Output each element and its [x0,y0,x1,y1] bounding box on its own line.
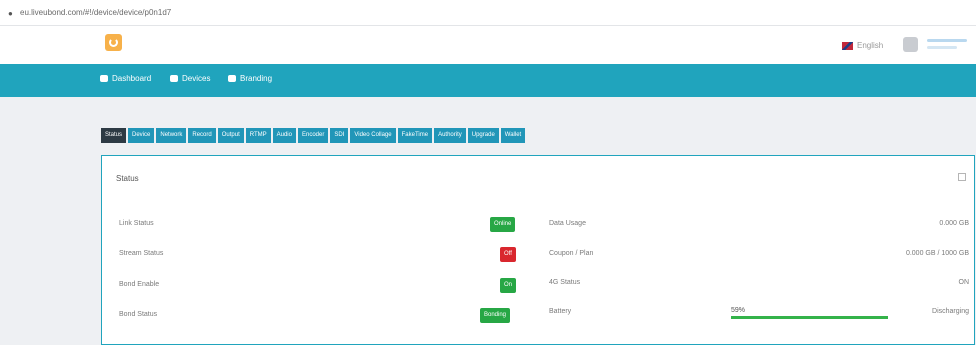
branding-icon [228,75,236,82]
dashboard-icon [100,75,108,82]
nav-branding-label: Branding [240,74,273,83]
tab-record[interactable]: Record [188,128,216,143]
nav-dashboard[interactable]: Dashboard [100,74,151,83]
collapse-icon[interactable] [958,173,966,181]
tab-encoder[interactable]: Encoder [297,128,329,143]
tab-network[interactable]: Network [156,128,187,143]
data-usage-value: 0.000 GB [939,220,969,227]
link-status-row: Link Status Online [102,217,522,233]
stream-status-badge: Off [500,247,516,262]
tab-upgrade[interactable]: Upgrade [467,128,499,143]
nav-devices[interactable]: Devices [170,74,210,83]
bond-status-badge: Bonding [480,308,511,323]
device-tabs: Status Device Network Record Output RTMP… [101,128,526,143]
battery-label: Battery [549,308,572,315]
tab-audio[interactable]: Audio [272,128,296,143]
status-panel: Status Link Status Online Stream Status … [101,155,975,345]
battery-status: Discharging [932,308,969,315]
browser-address-bar[interactable]: ● eu.liveubond.com/#!/device/device/p0n1… [0,0,976,26]
bond-status-row: Bond Status Bonding [102,308,522,324]
battery-percent: 59% [731,307,746,314]
bond-status-label: Bond Status [119,311,158,318]
nav-branding[interactable]: Branding [228,74,272,83]
tab-authority[interactable]: Authority [434,128,466,143]
4g-status-row: 4G Status ON [549,276,969,292]
link-status-badge: Online [490,217,516,232]
coupon-plan-label: Coupon / Plan [549,250,594,257]
tab-video-collage[interactable]: Video Collage [350,128,396,143]
data-usage-label: Data Usage [549,220,586,227]
panel-title: Status [116,174,139,183]
bond-enable-badge: On [500,278,517,293]
language-label: English [857,41,884,50]
stream-status-label: Stream Status [119,250,164,257]
data-usage-row: Data Usage 0.000 GB [549,217,969,233]
link-status-label: Link Status [119,220,154,227]
stream-status-row: Stream Status Off [102,247,522,263]
language-selector[interactable]: English [842,41,883,50]
logo-icon[interactable] [105,34,122,51]
coupon-plan-row: Coupon / Plan 0.000 GB / 1000 GB [549,247,969,263]
battery-bar-fill [731,316,888,319]
top-header: English [0,26,976,64]
uk-flag-icon [842,41,853,50]
nav-dashboard-label: Dashboard [112,74,152,83]
url-text[interactable]: eu.liveubond.com/#!/device/device/p0n1d7 [20,8,171,17]
battery-bar [731,316,888,319]
nav-devices-label: Devices [182,74,211,83]
tab-status[interactable]: Status [101,128,127,143]
battery-row: Battery 59% Discharging [549,305,969,321]
tab-faketime[interactable]: FakeTime [397,128,433,143]
tab-device[interactable]: Device [128,128,155,143]
tab-sdi[interactable]: SDI [330,128,349,143]
4g-status-value: ON [958,279,970,286]
tab-output[interactable]: Output [217,128,244,143]
tab-wallet[interactable]: Wallet [500,128,526,143]
main-nav: Dashboard Devices Branding [0,64,976,97]
battery-indicator: 59% [731,307,888,319]
bond-enable-label: Bond Enable [119,281,160,288]
bond-enable-row: Bond Enable On [102,278,522,294]
avatar[interactable] [903,37,918,52]
devices-icon [170,75,178,82]
coupon-plan-value: 0.000 GB / 1000 GB [905,250,969,257]
4g-status-label: 4G Status [549,279,581,286]
tab-rtmp[interactable]: RTMP [245,128,271,143]
user-info[interactable] [927,39,967,53]
lock-icon: ● [8,9,13,18]
